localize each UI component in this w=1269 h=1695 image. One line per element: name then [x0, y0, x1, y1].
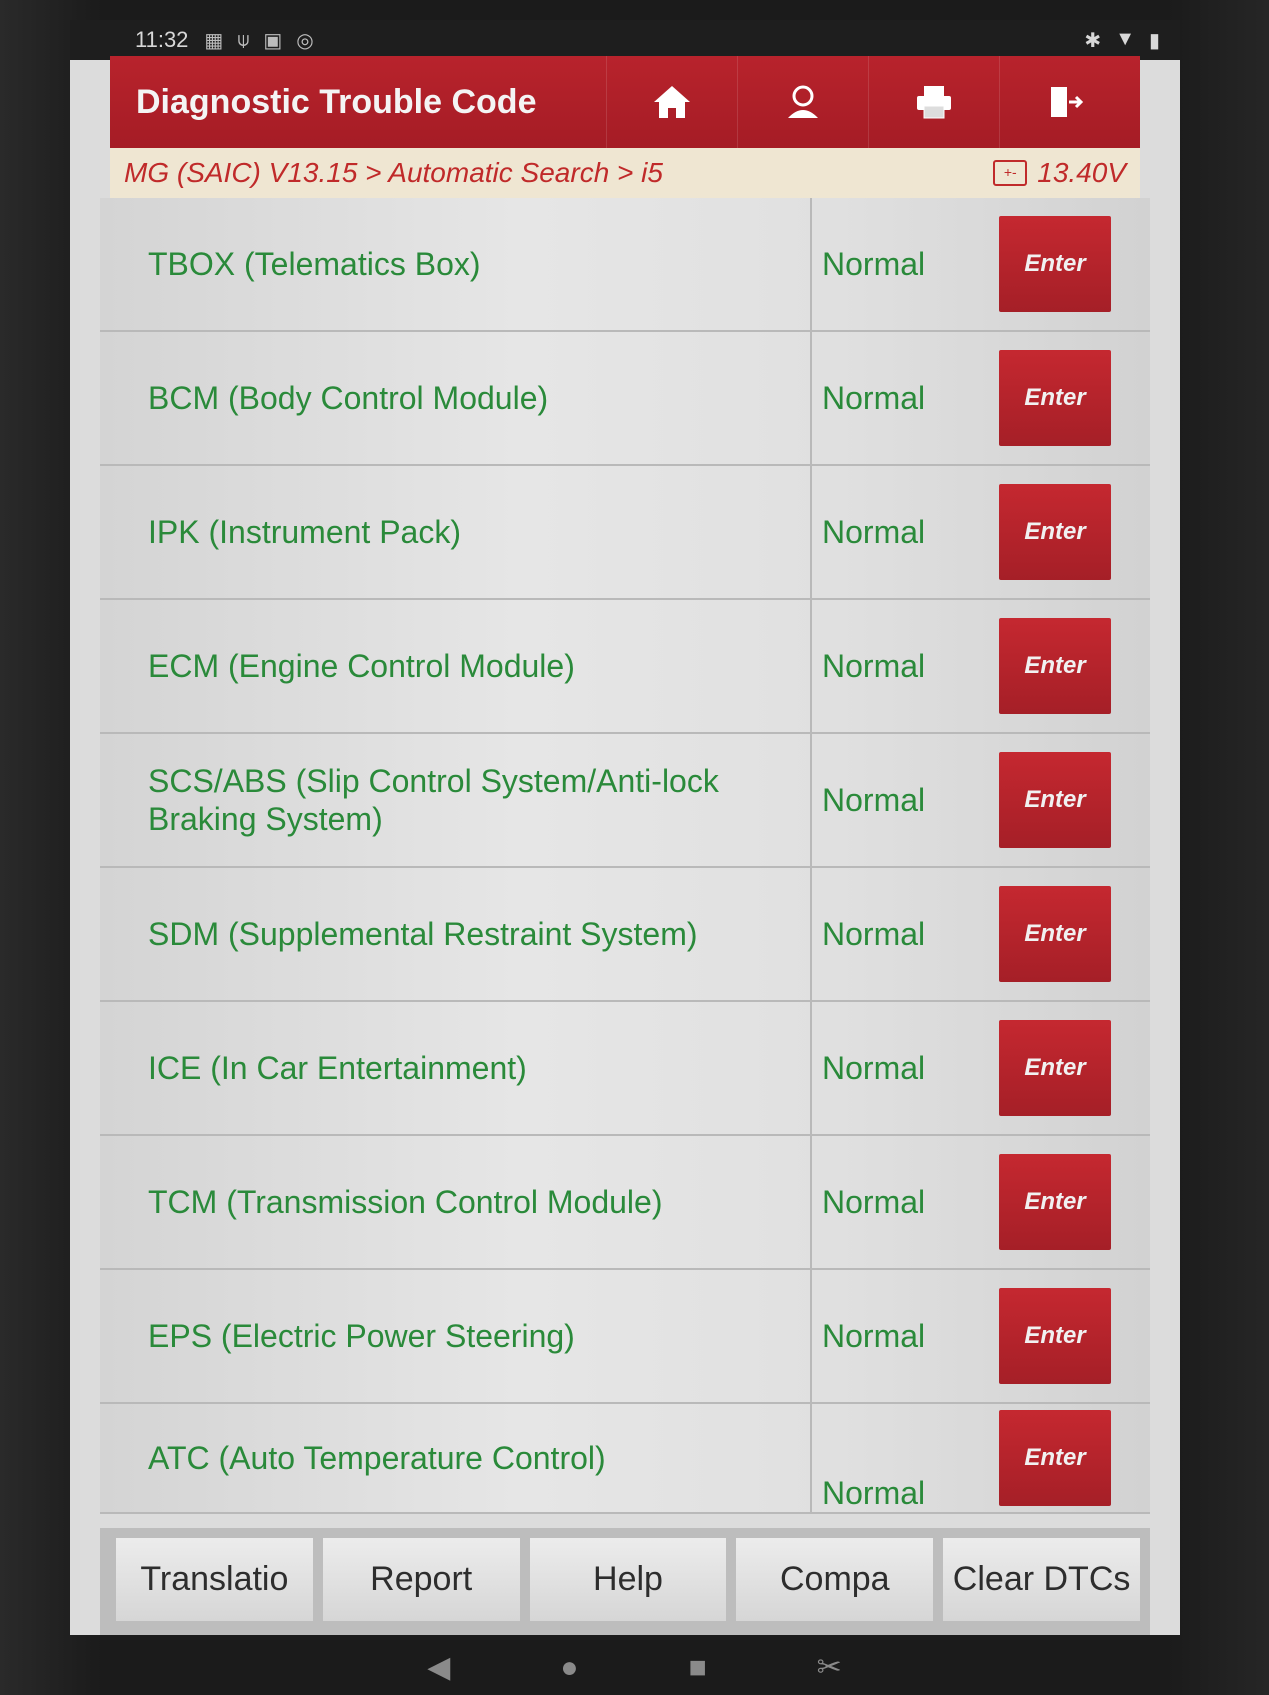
user-button[interactable]	[737, 56, 868, 148]
module-row: ICE (In Car Entertainment) Normal Enter	[100, 1002, 1150, 1136]
module-status: Normal	[810, 734, 960, 866]
sync-icon: ◎	[296, 29, 314, 52]
translation-button[interactable]: Translatio	[116, 1538, 313, 1621]
home-icon	[654, 86, 690, 118]
module-status: Normal	[810, 1404, 960, 1512]
enter-button[interactable]: Enter	[999, 618, 1111, 714]
wifi-icon: ▼	[1115, 27, 1135, 50]
module-name: ECM (Engine Control Module)	[148, 648, 575, 684]
module-name: TBOX (Telematics Box)	[148, 246, 481, 282]
module-status: Normal	[810, 466, 960, 598]
module-name: IPK (Instrument Pack)	[148, 514, 461, 550]
module-name: TCM (Transmission Control Module)	[148, 1184, 663, 1220]
voltage-value: 13.40V	[1037, 157, 1126, 188]
enter-button[interactable]: Enter	[999, 752, 1111, 848]
module-status: Normal	[810, 1136, 960, 1268]
clear-dtcs-button[interactable]: Clear DTCs	[943, 1538, 1140, 1621]
report-button[interactable]: Report	[322, 1538, 520, 1621]
help-button[interactable]: Help	[529, 1538, 727, 1621]
enter-button[interactable]: Enter	[999, 1410, 1111, 1506]
exit-button[interactable]	[999, 56, 1130, 148]
module-name: SCS/ABS (Slip Control System/Anti-lock B…	[148, 763, 719, 837]
module-name: ICE (In Car Entertainment)	[148, 1050, 527, 1086]
enter-button[interactable]: Enter	[999, 1288, 1111, 1384]
enter-button[interactable]: Enter	[999, 350, 1111, 446]
enter-button[interactable]: Enter	[999, 484, 1111, 580]
enter-button[interactable]: Enter	[999, 1154, 1111, 1250]
module-row: ECM (Engine Control Module) Normal Enter	[100, 600, 1150, 734]
module-list[interactable]: TBOX (Telematics Box) Normal Enter BCM (…	[100, 198, 1150, 1528]
battery-icon: ▮	[1148, 29, 1160, 52]
back-icon[interactable]: ◀	[427, 1650, 450, 1685]
battery-voltage-icon: +-	[993, 160, 1028, 186]
module-name: SDM (Supplemental Restraint System)	[148, 916, 698, 952]
screenshot-icon[interactable]: ✂	[817, 1650, 842, 1685]
module-row: EPS (Electric Power Steering) Normal Ent…	[100, 1270, 1150, 1404]
module-status: Normal	[810, 198, 960, 330]
usb-icon: ⍦	[237, 28, 250, 51]
module-row: SDM (Supplemental Restraint System) Norm…	[100, 868, 1150, 1002]
exit-icon	[1051, 87, 1084, 117]
print-icon	[917, 86, 951, 119]
module-status: Normal	[810, 1002, 960, 1134]
tablet-screen: 11:32 ▦ ⍦ ▣ ◎ ✱ ▼ ▮ Diagnostic Trouble C…	[70, 20, 1180, 1635]
module-row: BCM (Body Control Module) Normal Enter	[100, 332, 1150, 466]
notification-icon: ▦	[204, 29, 224, 52]
module-status: Normal	[810, 332, 960, 464]
enter-button[interactable]: Enter	[999, 886, 1111, 982]
bluetooth-icon: ✱	[1084, 29, 1102, 52]
voltage-indicator: +- 13.40V	[993, 157, 1126, 189]
module-row: TCM (Transmission Control Module) Normal…	[100, 1136, 1150, 1270]
module-name: EPS (Electric Power Steering)	[148, 1318, 575, 1354]
enter-button[interactable]: Enter	[999, 1020, 1111, 1116]
module-name: ATC (Auto Temperature Control)	[148, 1440, 606, 1476]
module-row: IPK (Instrument Pack) Normal Enter	[100, 466, 1150, 600]
module-row: TBOX (Telematics Box) Normal Enter	[100, 198, 1150, 332]
status-right: ✱ ▼ ▮	[1084, 28, 1160, 53]
module-name: BCM (Body Control Module)	[148, 380, 549, 416]
home-nav-icon[interactable]: ●	[560, 1651, 578, 1685]
breadcrumb-path: MG (SAIC) V13.15 > Automatic Search > i5	[124, 157, 663, 188]
android-nav-bar: ◀ ● ■ ✂	[0, 1640, 1269, 1695]
module-status: Normal	[810, 868, 960, 1000]
recents-icon[interactable]: ■	[688, 1651, 706, 1685]
status-bar: 11:32 ▦ ⍦ ▣ ◎ ✱ ▼ ▮	[70, 20, 1180, 60]
page-title: Diagnostic Trouble Code	[136, 82, 537, 121]
breadcrumb: MG (SAIC) V13.15 > Automatic Search > i5…	[110, 148, 1140, 198]
enter-button[interactable]: Enter	[999, 216, 1111, 312]
module-row: ATC (Auto Temperature Control) Normal En…	[100, 1404, 1150, 1514]
app-header: Diagnostic Trouble Code	[110, 56, 1140, 148]
module-status: Normal	[810, 1270, 960, 1402]
user-icon	[788, 85, 818, 118]
image-icon: ▣	[263, 29, 283, 52]
print-button[interactable]	[868, 56, 999, 148]
compare-button[interactable]: Compa	[736, 1538, 934, 1621]
home-button[interactable]	[606, 56, 737, 148]
bottom-toolbar: Translatio Report Help Compa Clear DTCs	[100, 1528, 1150, 1635]
module-status: Normal	[810, 600, 960, 732]
clock: 11:32	[135, 27, 189, 52]
module-row: SCS/ABS (Slip Control System/Anti-lock B…	[100, 734, 1150, 868]
